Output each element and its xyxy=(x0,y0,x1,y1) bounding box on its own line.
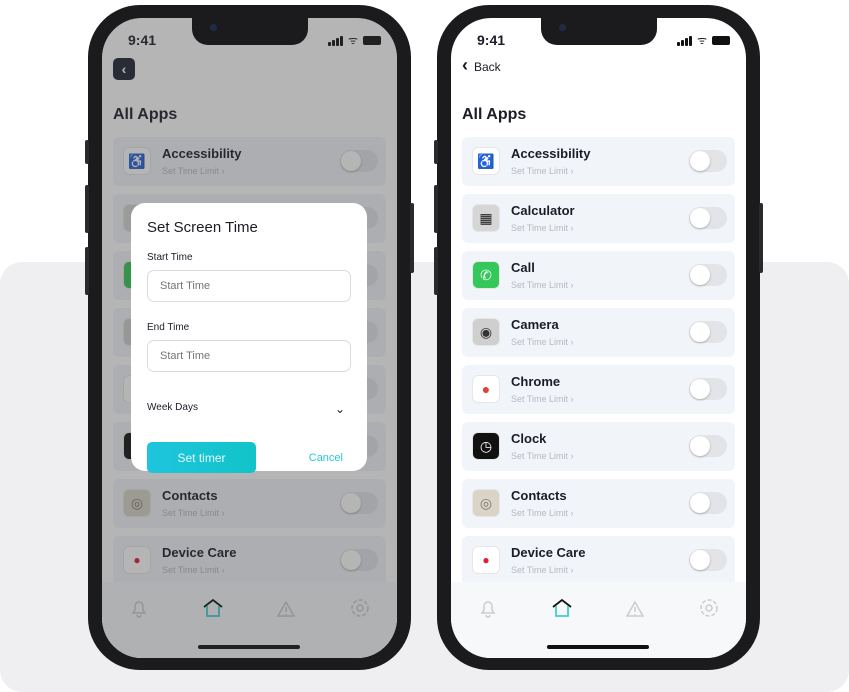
accessibility-icon: ♿ xyxy=(472,147,500,175)
set-time-limit-link[interactable]: Set Time Limit › xyxy=(511,565,574,575)
set-time-limit-link[interactable]: Set Time Limit › xyxy=(511,451,574,461)
app-name: Call xyxy=(511,260,535,275)
list-item[interactable]: ● Device Care Set Time Limit › xyxy=(462,536,735,585)
chevron-down-icon: ⌄ xyxy=(334,402,345,416)
notch xyxy=(192,18,308,45)
back-button[interactable]: ‹ Back xyxy=(462,55,501,76)
status-icons: ᯤ xyxy=(676,33,730,48)
set-time-limit-label: Set Time Limit xyxy=(511,565,569,575)
set-time-limit-link[interactable]: Set Time Limit › xyxy=(511,394,574,404)
alert-icon[interactable] xyxy=(623,596,647,620)
app-name: Calculator xyxy=(511,203,575,218)
set-timer-button[interactable]: Set timer xyxy=(147,442,256,473)
camera-icon: ◉ xyxy=(472,318,500,346)
set-time-limit-link[interactable]: Set Time Limit › xyxy=(511,223,574,233)
phone-right: 9:41 ᯤ ‹ Back All Apps ♿ Accessibility Set Time… xyxy=(434,5,763,670)
app-name: Chrome xyxy=(511,374,561,389)
set-time-limit-label: Set Time Limit xyxy=(511,280,569,290)
set-time-limit-link[interactable]: Set Time Limit › xyxy=(511,508,574,518)
home-indicator xyxy=(547,645,649,649)
app-name: Device Care xyxy=(511,545,586,560)
chrome-icon: ● xyxy=(472,375,500,403)
app-toggle[interactable] xyxy=(689,321,727,343)
set-time-limit-label: Set Time Limit xyxy=(511,223,569,233)
app-toggle[interactable] xyxy=(689,549,727,571)
clock-icon: ◷ xyxy=(472,432,500,460)
screen: 9:41 ᯤ ‹ All Apps ♿ Accessibility Set Time Lim… xyxy=(102,18,397,658)
notch xyxy=(541,18,657,45)
app-list: ♿ Accessibility Set Time Limit › ▦ Calculato… xyxy=(462,137,735,593)
set-time-limit-label: Set Time Limit xyxy=(511,508,569,518)
calculator-icon: ▦ xyxy=(472,204,500,232)
set-time-limit-label: Set Time Limit xyxy=(511,166,569,176)
set-time-limit-link[interactable]: Set Time Limit › xyxy=(511,280,574,290)
start-time-input[interactable] xyxy=(147,270,351,302)
set-time-limit-link[interactable]: Set Time Limit › xyxy=(511,337,574,347)
end-time-input[interactable] xyxy=(147,340,351,372)
app-toggle[interactable] xyxy=(689,492,727,514)
app-toggle[interactable] xyxy=(689,378,727,400)
app-name: Contacts xyxy=(511,488,567,503)
set-time-limit-label: Set Time Limit xyxy=(511,337,569,347)
app-toggle[interactable] xyxy=(689,150,727,172)
screen: 9:41 ᯤ ‹ Back All Apps ♿ Accessibility Set Time… xyxy=(451,18,746,658)
app-name: Accessibility xyxy=(511,146,591,161)
phone-icon: ✆ xyxy=(472,261,500,289)
app-name: Camera xyxy=(511,317,559,332)
set-screen-time-dialog: Set Screen Time Start Time End Time Week Da… xyxy=(131,203,367,473)
list-item[interactable]: ◎ Contacts Set Time Limit › xyxy=(462,479,735,528)
back-label: Back xyxy=(474,60,501,74)
bell-icon[interactable] xyxy=(476,596,500,620)
contacts-icon: ◎ xyxy=(472,489,500,517)
set-time-limit-link[interactable]: Set Time Limit › xyxy=(511,166,574,176)
wifi-icon: ᯤ xyxy=(696,35,707,47)
start-time-label: Start Time xyxy=(147,252,193,263)
end-time-label: End Time xyxy=(147,322,190,333)
app-toggle[interactable] xyxy=(689,207,727,229)
week-days-label: Week Days xyxy=(147,402,198,413)
device-care-icon: ● xyxy=(472,546,500,574)
list-item[interactable]: ● Chrome Set Time Limit › xyxy=(462,365,735,414)
list-item[interactable]: ◉ Camera Set Time Limit › xyxy=(462,308,735,357)
page-title: All Apps xyxy=(462,106,527,123)
chevron-left-icon: ‹ xyxy=(462,55,468,75)
dialog-title: Set Screen Time xyxy=(147,219,258,236)
settings-icon[interactable] xyxy=(697,596,721,620)
signal-icon xyxy=(676,35,692,46)
cancel-button[interactable]: Cancel xyxy=(309,452,343,464)
phone-left: 9:41 ᯤ ‹ All Apps ♿ Accessibility Set Time Lim… xyxy=(85,5,414,670)
app-toggle[interactable] xyxy=(689,435,727,457)
set-time-limit-label: Set Time Limit xyxy=(511,451,569,461)
list-item[interactable]: ◷ Clock Set Time Limit › xyxy=(462,422,735,471)
battery-icon xyxy=(712,36,730,45)
home-icon[interactable] xyxy=(550,596,574,620)
set-time-limit-label: Set Time Limit xyxy=(511,394,569,404)
list-item[interactable]: ♿ Accessibility Set Time Limit › xyxy=(462,137,735,186)
list-item[interactable]: ▦ Calculator Set Time Limit › xyxy=(462,194,735,243)
list-item[interactable]: ✆ Call Set Time Limit › xyxy=(462,251,735,300)
app-name: Clock xyxy=(511,431,547,446)
week-days-dropdown[interactable]: Week Days ⌄ xyxy=(147,402,351,416)
app-toggle[interactable] xyxy=(689,264,727,286)
status-time: 9:41 xyxy=(477,32,506,48)
